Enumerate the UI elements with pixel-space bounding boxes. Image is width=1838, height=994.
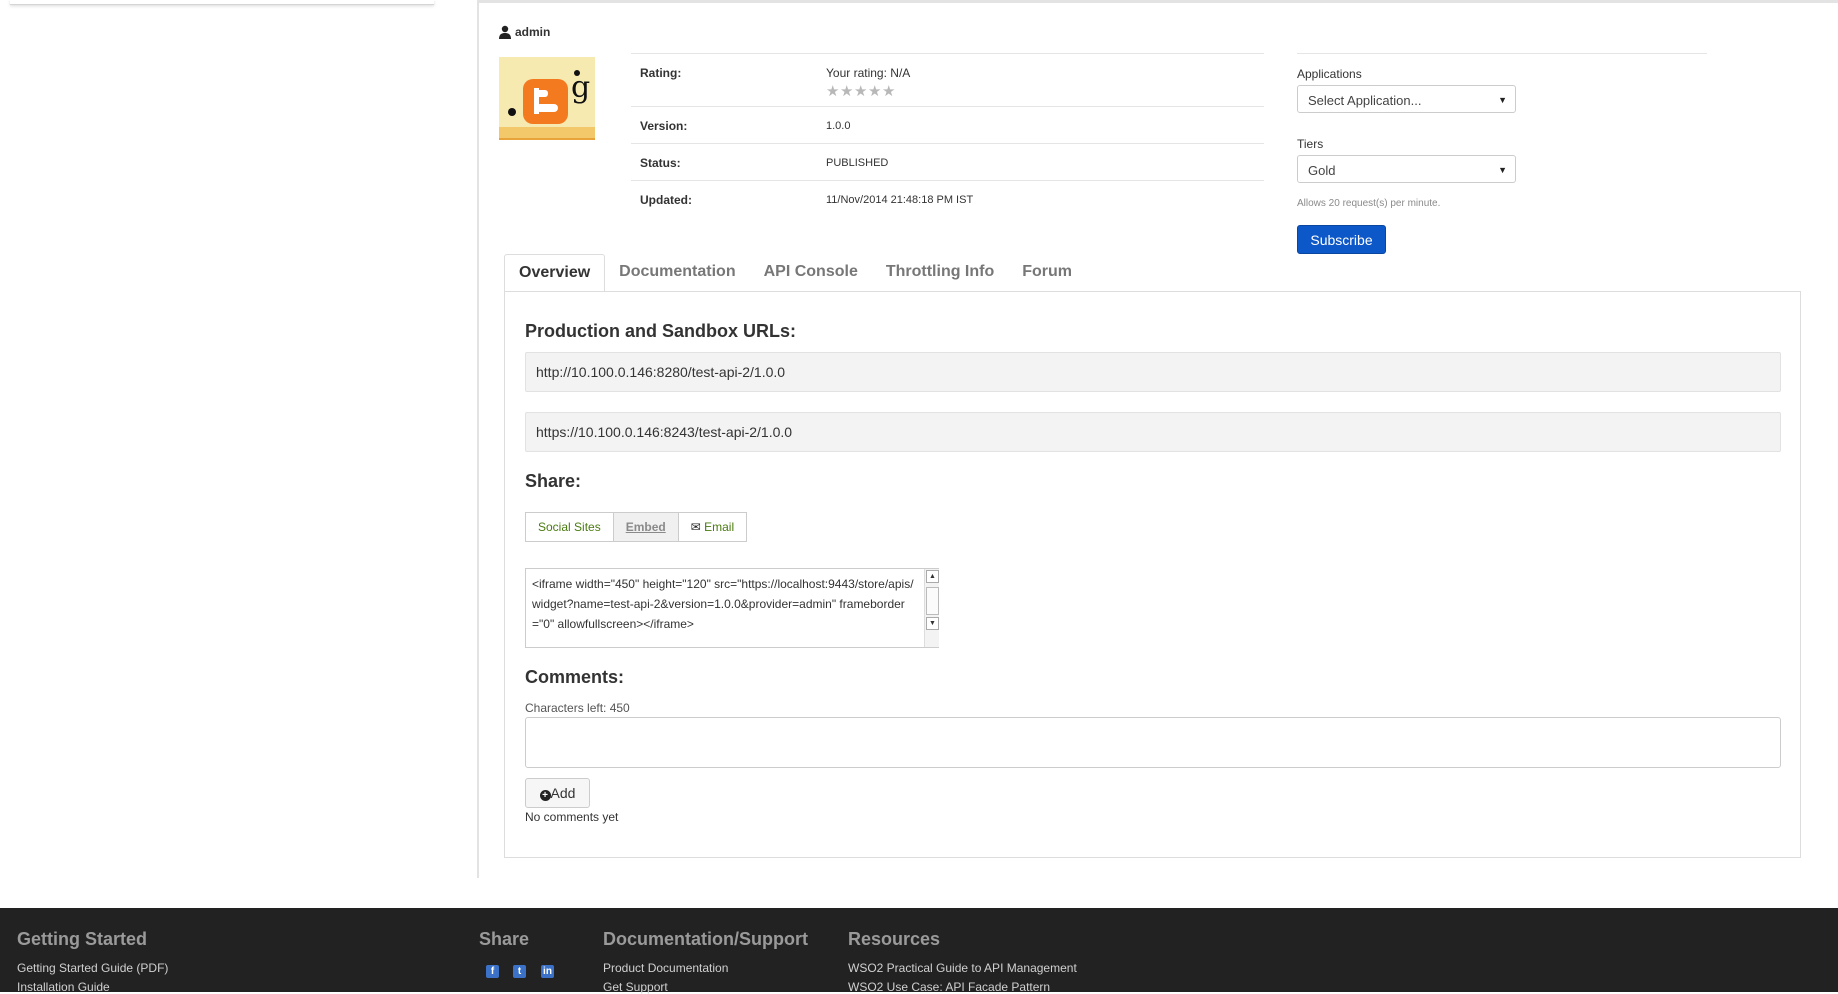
rating-row: Rating: Your rating: N/A xyxy=(631,53,1264,107)
comments-heading: Comments: xyxy=(525,667,625,687)
email-button[interactable]: ✉ Email xyxy=(678,512,748,542)
share-options: Social Sites Embed ✉ Email xyxy=(525,512,748,542)
subscription-divider xyxy=(1297,53,1707,54)
social-sites-button[interactable]: Social Sites xyxy=(525,512,614,542)
user-icon xyxy=(499,25,511,39)
scroll-down-icon[interactable]: ▼ xyxy=(926,617,939,630)
scroll-up-icon[interactable]: ▲ xyxy=(926,570,939,583)
version-value: 1.0.0 xyxy=(826,120,851,132)
embed-scrollbar[interactable]: ▲ ▼ xyxy=(924,569,939,647)
no-comments-text: No comments yet xyxy=(525,810,619,824)
envelope-icon: ✉ xyxy=(690,520,701,534)
footer-link[interactable]: Getting Started Guide (PDF) xyxy=(17,961,168,975)
tab-forum[interactable]: Forum xyxy=(1008,254,1086,292)
twitter-icon[interactable]: t xyxy=(513,965,526,978)
footer-link[interactable]: Product Documentation xyxy=(603,961,728,975)
status-label: Status: xyxy=(640,156,681,170)
tab-documentation[interactable]: Documentation xyxy=(605,254,749,292)
characters-left: Characters left: 450 xyxy=(525,701,630,715)
share-heading: Share: xyxy=(525,471,582,491)
tier-select[interactable]: Gold ▼ xyxy=(1297,155,1516,183)
embed-code-textarea[interactable]: <iframe width="450" height="120" src="ht… xyxy=(525,568,939,648)
star-icon[interactable]: ★ xyxy=(868,84,881,99)
application-select-value: Select Application... xyxy=(1308,93,1422,108)
tiers-label: Tiers xyxy=(1297,137,1324,151)
your-rating-value: N/A xyxy=(890,66,911,80)
tab-throttling-info[interactable]: Throttling Info xyxy=(872,254,1008,292)
your-rating: Your rating: N/A xyxy=(826,66,910,80)
api-owner: admin xyxy=(499,25,550,39)
rating-label: Rating: xyxy=(640,66,682,80)
urls-heading: Production and Sandbox URLs: xyxy=(525,321,797,341)
tab-bar: Overview Documentation API Console Throt… xyxy=(504,254,1086,292)
star-icon[interactable]: ★ xyxy=(826,84,839,99)
embed-button[interactable]: Embed xyxy=(613,512,679,542)
facebook-icon[interactable]: f xyxy=(486,965,499,978)
tab-api-console[interactable]: API Console xyxy=(750,254,872,292)
svg-text:g: g xyxy=(571,70,590,105)
applications-label: Applications xyxy=(1297,67,1362,81)
scroll-thumb[interactable] xyxy=(926,587,939,615)
star-icon[interactable]: ★ xyxy=(840,84,853,99)
owner-name: admin xyxy=(515,25,551,39)
comment-input[interactable] xyxy=(525,717,1781,768)
linkedin-icon[interactable]: in xyxy=(541,965,554,978)
version-label: Version: xyxy=(640,119,688,133)
footer-docs-title: Documentation/Support xyxy=(603,929,808,949)
updated-label: Updated: xyxy=(640,193,692,207)
updated-row: Updated: 11/Nov/2014 21:48:18 PM IST xyxy=(631,180,1264,218)
production-url[interactable]: http://10.100.0.146:8280/test-api-2/1.0.… xyxy=(525,352,1781,392)
footer-getting-started-title: Getting Started xyxy=(17,929,148,949)
sandbox-url[interactable]: https://10.100.0.146:8243/test-api-2/1.0… xyxy=(525,412,1781,452)
footer-resources-title: Resources xyxy=(848,929,941,949)
caret-down-icon: ▼ xyxy=(1498,165,1507,175)
application-select[interactable]: Select Application... ▼ xyxy=(1297,85,1516,113)
updated-value: 11/Nov/2014 21:48:18 PM IST xyxy=(826,194,974,206)
tier-note: Allows 20 request(s) per minute. xyxy=(1297,198,1441,209)
plus-circle-icon: + xyxy=(539,790,551,801)
star-icon[interactable]: ★ xyxy=(854,84,867,99)
tier-select-value: Gold xyxy=(1308,163,1336,178)
rating-stars[interactable]: ★ ★ ★ ★ ★ xyxy=(826,84,895,99)
caret-down-icon: ▼ xyxy=(1498,95,1507,105)
api-thumbnail: g xyxy=(499,57,595,140)
status-value: PUBLISHED xyxy=(826,157,889,169)
star-icon[interactable]: ★ xyxy=(882,84,895,99)
version-row: Version: 1.0.0 xyxy=(631,106,1264,144)
add-comment-label: Add xyxy=(550,785,576,801)
footer-link[interactable]: WSO2 Practical Guide to API Management xyxy=(848,961,1077,975)
subscribe-button[interactable]: Subscribe xyxy=(1297,225,1386,254)
tab-overview[interactable]: Overview xyxy=(504,254,606,292)
email-button-label: Email xyxy=(704,520,735,534)
footer-share-title: Share xyxy=(479,929,530,949)
your-rating-label: Your rating: xyxy=(826,66,887,80)
status-row: Status: PUBLISHED xyxy=(631,143,1264,181)
add-comment-button[interactable]: + Add xyxy=(525,778,590,808)
api-logo-icon: g xyxy=(499,57,595,138)
left-panel xyxy=(10,0,434,5)
